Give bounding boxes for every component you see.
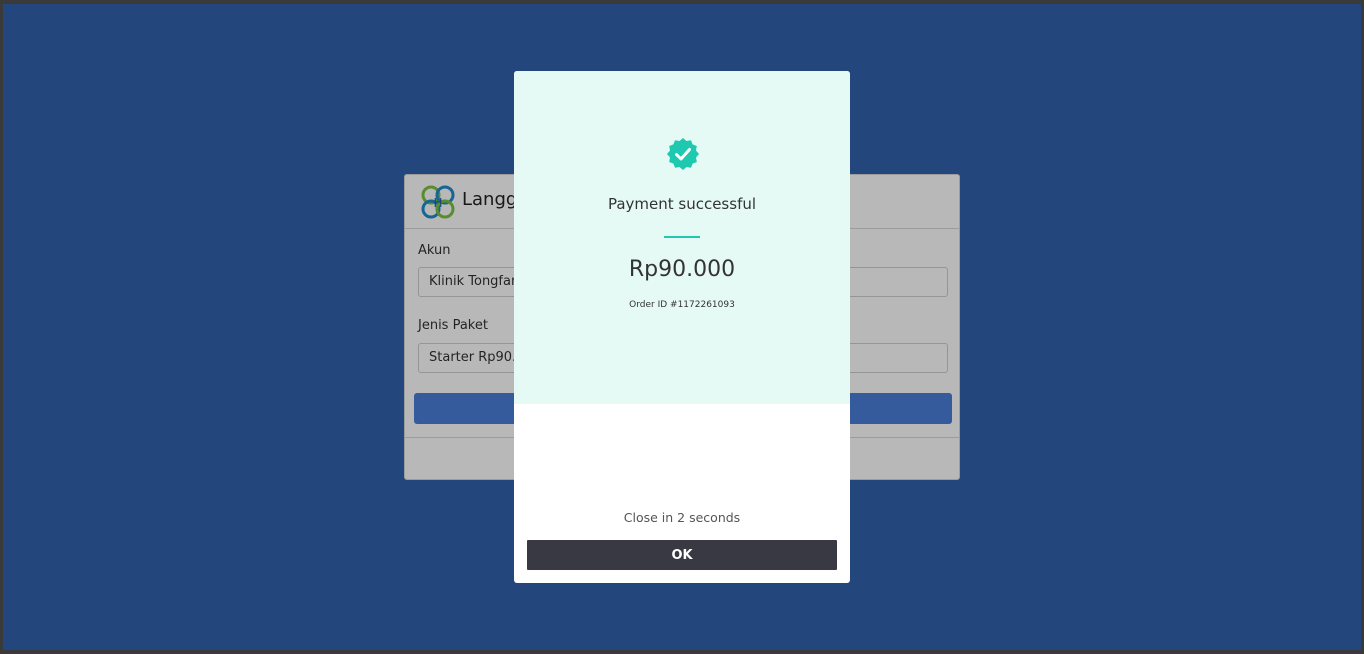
- payment-success-modal: Payment successful Rp90.000 Order ID #11…: [514, 71, 850, 583]
- payment-amount: Rp90.000: [628, 257, 736, 282]
- accent-divider: [664, 236, 700, 238]
- ok-button[interactable]: OK: [527, 540, 837, 570]
- modal-title: Payment successful: [607, 195, 757, 213]
- modal-top-section: Payment successful Rp90.000 Order ID #11…: [514, 71, 850, 404]
- order-id: Order ID #1172261093: [629, 300, 735, 310]
- close-countdown: Close in 2 seconds: [623, 510, 741, 525]
- check-badge-icon: [667, 138, 699, 170]
